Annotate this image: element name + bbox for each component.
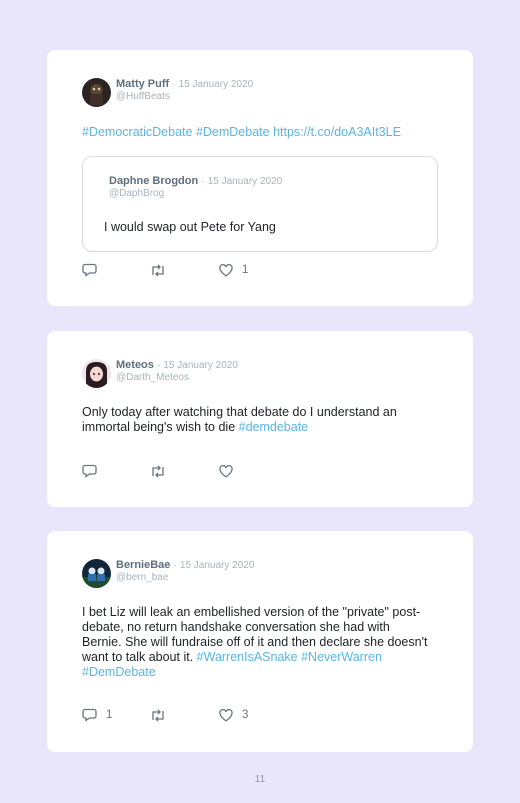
tweet-date[interactable]: 15 January 2020 xyxy=(179,79,254,90)
separator: · xyxy=(201,176,205,187)
retweet-icon xyxy=(150,264,166,277)
avatar[interactable] xyxy=(82,359,111,388)
tweet-actions: 1 3 xyxy=(82,708,248,722)
author-name[interactable]: BernieBae xyxy=(116,559,170,571)
reply-button[interactable] xyxy=(82,464,150,478)
separator: · xyxy=(172,79,176,90)
heart-icon xyxy=(219,263,233,277)
retweet-icon xyxy=(150,709,166,722)
reply-icon xyxy=(82,708,97,722)
retweet-button[interactable] xyxy=(150,709,219,722)
heart-icon xyxy=(219,708,233,722)
author-name[interactable]: Matty Puff xyxy=(116,78,169,90)
retweet-button[interactable] xyxy=(150,465,219,478)
reply-count: 1 xyxy=(106,709,113,721)
tweet-actions: 1 xyxy=(82,263,248,277)
retweet-icon xyxy=(150,465,166,478)
tweet-card: Meteos · 15 January 2020 @Darth_Meteos O… xyxy=(47,331,473,507)
like-count: 3 xyxy=(242,709,249,721)
reply-button[interactable] xyxy=(82,263,150,277)
tweet-header: Meteos · 15 January 2020 @Darth_Meteos xyxy=(82,359,238,388)
reply-icon xyxy=(82,263,97,277)
quoted-tweet-date[interactable]: 15 January 2020 xyxy=(208,176,283,187)
reply-button[interactable]: 1 xyxy=(82,708,150,722)
heart-icon xyxy=(219,464,233,478)
author-name[interactable]: Meteos xyxy=(116,359,154,371)
retweet-button[interactable] xyxy=(150,264,219,277)
tweet-text: Only today after watching that debate do… xyxy=(82,405,432,435)
avatar[interactable] xyxy=(82,559,111,588)
tweet-card: Matty Puff · 15 January 2020 @HuffBeats … xyxy=(47,50,473,306)
tweet-header: BernieBae · 15 January 2020 @bern_bae xyxy=(82,559,254,588)
tweet-date[interactable]: 15 January 2020 xyxy=(163,360,238,371)
tweet-text: I bet Liz will leak an embellished versi… xyxy=(82,605,432,680)
avatar[interactable] xyxy=(82,78,111,107)
tweet-card: BernieBae · 15 January 2020 @bern_bae I … xyxy=(47,531,473,752)
like-button[interactable]: 3 xyxy=(219,708,249,722)
author-handle[interactable]: @bern_bae xyxy=(116,572,254,584)
quoted-tweet[interactable]: Daphne Brogdon · 15 January 2020 @DaphBr… xyxy=(82,156,438,252)
tweet-links[interactable]: #DemocraticDebate #DemDebate https://t.c… xyxy=(82,125,401,139)
tweet-date[interactable]: 15 January 2020 xyxy=(180,560,255,571)
like-button[interactable] xyxy=(219,464,242,478)
like-count: 1 xyxy=(242,264,249,276)
tweet-text: #DemocraticDebate #DemDebate https://t.c… xyxy=(82,125,432,140)
separator: · xyxy=(156,360,161,371)
quoted-tweet-header: Daphne Brogdon · 15 January 2020 @DaphBr… xyxy=(109,175,282,200)
tweet-actions xyxy=(82,464,242,478)
page-number: 11 xyxy=(254,774,266,785)
author-handle[interactable]: @Darth_Meteos xyxy=(116,372,238,384)
quoted-author-handle[interactable]: @DaphBrog xyxy=(109,188,282,200)
quoted-tweet-text: I would swap out Pete for Yang xyxy=(104,220,276,234)
author-handle[interactable]: @HuffBeats xyxy=(116,91,253,103)
tweet-header: Matty Puff · 15 January 2020 @HuffBeats xyxy=(82,78,253,107)
like-button[interactable]: 1 xyxy=(219,263,249,277)
tweet-links[interactable]: #demdebate xyxy=(239,420,309,434)
reply-icon xyxy=(82,464,97,478)
separator: · xyxy=(173,560,177,571)
quoted-author-name[interactable]: Daphne Brogdon xyxy=(109,175,198,187)
